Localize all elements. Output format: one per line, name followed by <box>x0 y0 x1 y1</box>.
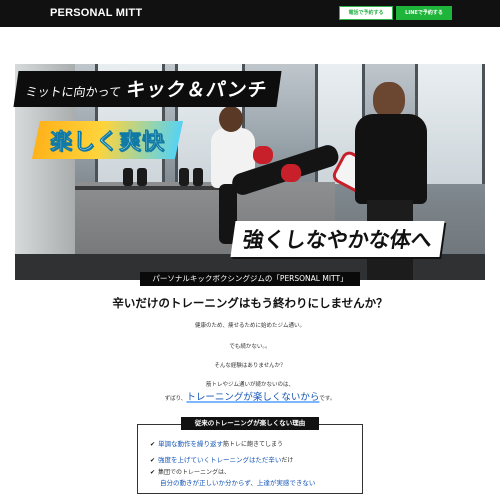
problem-rest: だけ <box>281 457 294 464</box>
hero-caption: パーソナルキックボクシングジムの「PERSONAL MITT」 <box>140 272 360 286</box>
problem-highlight: 強度を上げていくトレーニングはただ辛い <box>158 456 282 464</box>
trainer-head <box>373 82 405 118</box>
red-glove <box>281 164 301 182</box>
problem-highlight: 単調な動作を繰り返す <box>158 440 224 448</box>
check-icon: ✔ <box>150 457 156 464</box>
intro-line: でも続かない。。 <box>229 344 271 350</box>
woman-head <box>219 106 243 132</box>
brand-logo[interactable]: PERSONAL MITT <box>50 7 142 19</box>
badge-fun: 楽しく爽快 <box>31 121 184 159</box>
conclusion-highlight: トレーニングが楽しくないから <box>186 392 320 403</box>
problem-rest: 集団でのトレーニングは、 <box>158 469 231 476</box>
tagline-small: ミットに向かって <box>24 85 122 99</box>
site-header: PERSONAL MITT 電話で予約する LINEで予約する <box>0 0 500 27</box>
problem-item: ✔ 集団でのトレーニングは、 <box>150 467 230 476</box>
problem-highlight: 自分の動きが正しいか分からず、上達が実感できない <box>160 479 316 487</box>
photo-woman-kicking <box>193 106 342 244</box>
problem-item: ✔ 単調な動作を繰り返す筋トレに飽きてしまう <box>150 438 283 448</box>
badge-strong: 強くしなやかな体へ <box>230 221 445 257</box>
conclusion-suffix: です。 <box>319 396 336 402</box>
conclusion-prefix: ずばり、 <box>164 396 187 402</box>
intro-line: そんな経験はありませんか？ <box>214 363 286 369</box>
intro-line: 健康のため、痩せるために始めたジム通い。 <box>194 323 305 329</box>
red-glove <box>253 146 273 164</box>
hero-section: ミットに向かって キック＆パンチ 楽しく爽快 強くしなやかな体へ パーソナルキッ… <box>0 27 500 287</box>
check-icon: ✔ <box>150 469 156 476</box>
problem-item: ✔ 強度を上げていくトレーニングはただ辛いだけ <box>150 454 293 464</box>
check-icon: ✔ <box>150 441 156 448</box>
phone-reserve-button[interactable]: 電話で予約する <box>339 6 393 20</box>
problems-title: 従来のトレーニングが楽しくない理由 <box>181 417 319 430</box>
trainer-body <box>355 114 427 204</box>
line-reserve-button[interactable]: LINEで予約する <box>396 6 452 20</box>
intro-heading: 辛いだけのトレーニングはもう終わりにしませんか？ <box>112 296 388 310</box>
intro-line: 筋トレやジム通いが続かないのは、 <box>205 382 294 388</box>
badge-fun-text: 楽しく爽快 <box>50 130 166 156</box>
photo-glove <box>123 168 133 186</box>
problem-item-continued: 自分の動きが正しいか分からず、上達が実感できない <box>160 477 315 487</box>
tagline-big: キック＆パンチ <box>124 79 269 101</box>
intro-conclusion: ずばり、トレーニングが楽しくないからです。 <box>0 389 500 403</box>
hero-tagline: ミットに向かって キック＆パンチ <box>13 71 282 107</box>
photo-glove <box>137 168 147 186</box>
photo-glove <box>179 168 189 186</box>
problem-rest: 筋トレに飽きてしまう <box>223 441 284 448</box>
